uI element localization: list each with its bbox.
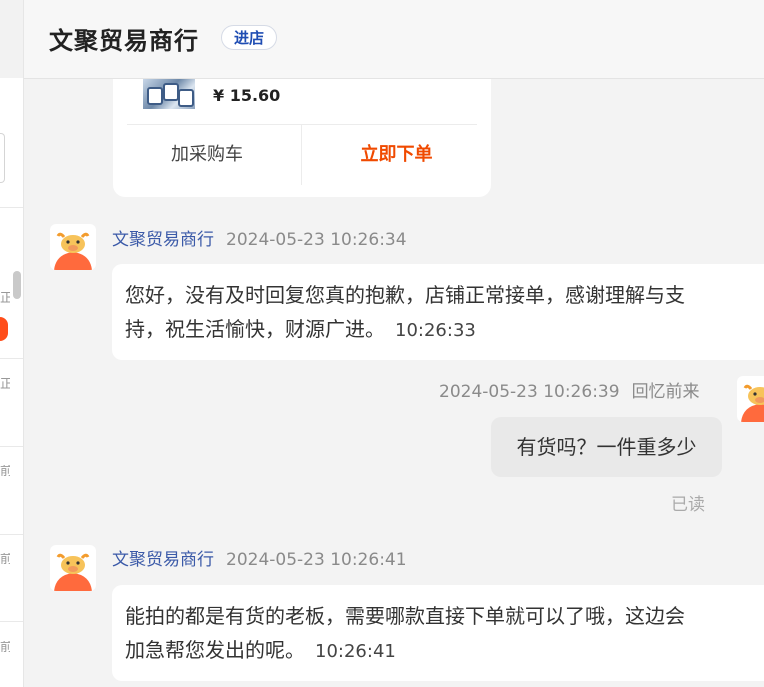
avatar[interactable] (737, 376, 764, 422)
message-bubble[interactable]: 您好，没有及时回复您真的抱歉，店铺正常接单，感谢理解与支 持，祝生活愉快，财源广… (112, 264, 764, 360)
divider (0, 207, 23, 208)
read-status: 已读 (671, 495, 705, 515)
page-title: 文聚贸易商行 (49, 27, 199, 55)
avatar[interactable] (50, 224, 96, 270)
bull-mascot-icon (741, 384, 764, 422)
conversation-snippet[interactable]: 前 (0, 641, 10, 655)
message-bubble[interactable]: 能拍的都是有货的老板，需要哪款直接下单就可以了哦，这边会 加急帮您发出的呢。 10… (112, 585, 764, 681)
conversation-snippet[interactable]: 前 (0, 553, 10, 567)
message-meta: 文聚贸易商行 2024-05-23 10:26:34 (112, 225, 407, 250)
search-input[interactable] (0, 133, 5, 183)
conversation-list-header (0, 0, 23, 78)
add-to-cart-button[interactable]: 加采购车 (113, 125, 301, 185)
message-text: 持，祝生活愉快，财源广进。 (125, 317, 385, 341)
product-price: ¥ 15.60 (213, 86, 281, 105)
bull-mascot-icon (54, 553, 92, 591)
enter-store-button[interactable]: 进店 (221, 25, 277, 50)
conversation-list: 正 正 前 前 前 (0, 0, 24, 687)
message-time: 10:26:41 (315, 641, 396, 662)
message-list[interactable]: ¥ 15.60 加采购车 立即下单 文聚贸易商行 2024-05-23 10:26… (24, 79, 764, 687)
message-bubble-self[interactable]: 有货吗？一件重多少 (491, 417, 722, 477)
message-meta: 2024-05-23 10:26:39 回忆前来 (439, 377, 700, 402)
message-text: 加急帮您发出的呢。 (125, 638, 305, 662)
avatar[interactable] (50, 545, 96, 591)
sender-name[interactable]: 文聚贸易商行 (112, 550, 214, 570)
divider (0, 534, 23, 535)
buy-now-button[interactable]: 立即下单 (302, 125, 491, 185)
message-text: 能拍的都是有货的老板，需要哪款直接下单就可以了哦，这边会 (125, 604, 685, 628)
conversation-snippet[interactable]: 正 (0, 378, 10, 392)
unread-badge (0, 317, 8, 341)
sender-name[interactable]: 文聚贸易商行 (112, 230, 214, 250)
product-card[interactable]: ¥ 15.60 加采购车 立即下单 (113, 79, 491, 197)
scrollbar[interactable] (13, 271, 21, 299)
message-text: 您好，没有及时回复您真的抱歉，店铺正常接单，感谢理解与支 (125, 283, 685, 307)
product-thumbnail[interactable] (143, 79, 195, 109)
chat-header: 文聚贸易商行 进店 (24, 0, 764, 79)
message-datetime: 2024-05-23 10:26:41 (226, 550, 407, 570)
sender-name: 回忆前来 (631, 382, 700, 402)
message-datetime: 2024-05-23 10:26:34 (226, 230, 407, 250)
message-meta: 文聚贸易商行 2024-05-23 10:26:41 (112, 545, 407, 570)
message-time: 10:26:33 (395, 320, 476, 341)
chat-window: 正 正 前 前 前 文聚贸易商行 进店 ¥ 15.60 加采购车 立即下单 (0, 0, 764, 687)
bull-mascot-icon (54, 232, 92, 270)
conversation-snippet[interactable]: 前 (0, 465, 10, 479)
conversation-snippet[interactable]: 正 (0, 292, 10, 306)
divider (0, 446, 23, 447)
message-datetime: 2024-05-23 10:26:39 (439, 382, 620, 402)
divider (0, 621, 23, 622)
divider (0, 358, 23, 359)
